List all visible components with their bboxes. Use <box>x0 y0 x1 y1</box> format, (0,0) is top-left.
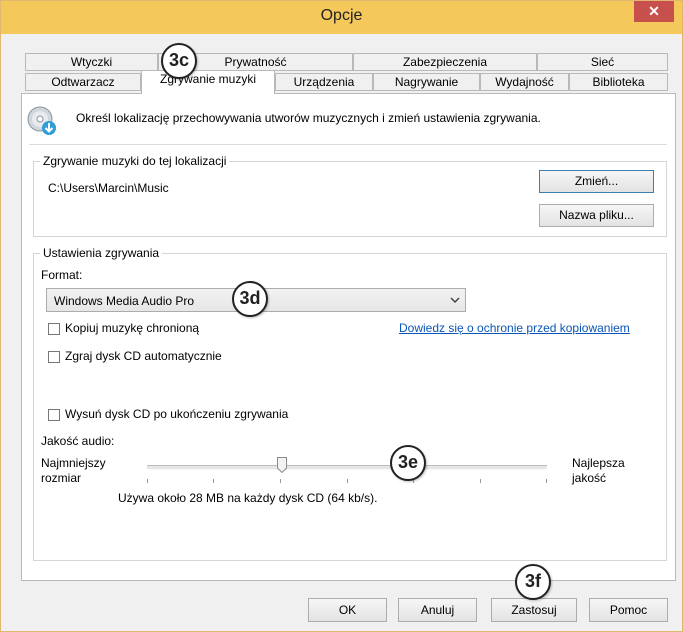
usage-text: Używa około 28 MB na każdy dysk CD (64 k… <box>118 491 378 505</box>
tab-odtwarzacz[interactable]: Odtwarzacz <box>25 73 141 91</box>
tab-label: Sieć <box>590 55 615 69</box>
tab-label: Wtyczki <box>70 55 113 69</box>
location-group-legend: Zgrywanie muzyki do tej lokalizacji <box>40 154 230 168</box>
button-label: Anuluj <box>420 603 455 617</box>
tab-label: Nagrywanie <box>394 75 459 89</box>
callout-badge: 3e <box>390 445 426 481</box>
quality-slider-thumb[interactable] <box>277 457 287 473</box>
divider <box>29 144 667 145</box>
copy-protect-checkbox[interactable] <box>48 323 60 335</box>
tab-zabezpieczenia[interactable]: Zabezpieczenia <box>353 53 537 71</box>
rip-settings-legend: Ustawienia zgrywania <box>40 246 163 260</box>
tab-siec[interactable]: Sieć <box>537 53 668 71</box>
help-button[interactable]: Pomoc <box>589 598 668 622</box>
quality-min-label: Najmniejszy rozmiar <box>41 456 106 485</box>
callout-badge: 3c <box>161 43 197 79</box>
callout-badge: 3f <box>515 564 551 600</box>
page-description: Określ lokalizację przechowywania utworó… <box>76 111 541 125</box>
apply-button[interactable]: Zastosuj <box>491 598 577 622</box>
filename-button[interactable]: Nazwa pliku... <box>539 204 654 227</box>
button-label: OK <box>338 603 357 617</box>
slider-tick <box>213 479 214 483</box>
callout-badge: 3d <box>232 281 268 317</box>
eject-checkbox[interactable] <box>48 409 60 421</box>
title-bar[interactable]: Opcje ✕ <box>1 1 682 34</box>
tab-label: Urządzenia <box>293 75 355 89</box>
format-selected-value: Windows Media Audio Pro <box>54 294 195 308</box>
slider-tick <box>480 479 481 483</box>
cancel-button[interactable]: Anuluj <box>398 598 477 622</box>
tab-label: Odtwarzacz <box>51 75 115 89</box>
auto-rip-label: Zgraj dysk CD automatycznie <box>65 349 222 363</box>
format-label: Format: <box>41 268 83 282</box>
tab-zgrywanie-muzyki[interactable]: Zgrywanie muzyki <box>141 70 275 94</box>
quality-slider-track[interactable] <box>147 465 547 470</box>
close-button[interactable]: ✕ <box>634 1 674 22</box>
slider-tick <box>147 479 148 483</box>
tab-nagrywanie[interactable]: Nagrywanie <box>373 73 480 91</box>
slider-tick <box>280 479 281 483</box>
options-window: Opcje ✕ Wtyczki Prywatność Zabezpieczeni… <box>0 0 683 632</box>
quality-max-label: Najlepsza jakość <box>572 456 625 485</box>
learn-copy-protection-link[interactable]: Dowiedz się o ochronie przed kopiowaniem <box>399 321 630 335</box>
cd-rip-icon <box>27 106 56 135</box>
tab-urzadzenia[interactable]: Urządzenia <box>275 73 373 91</box>
slider-tick <box>347 479 348 483</box>
window-title: Opcje <box>320 7 363 24</box>
eject-label: Wysuń dysk CD po ukończeniu zgrywania <box>65 407 289 421</box>
button-label: Pomoc <box>609 603 648 617</box>
copy-protect-label: Kopiuj muzykę chronioną <box>65 321 200 335</box>
tab-label: Biblioteka <box>592 75 645 89</box>
tab-wtyczki[interactable]: Wtyczki <box>25 53 158 71</box>
chevron-down-icon <box>450 297 460 304</box>
tab-label: Wydajność <box>495 75 554 89</box>
tab-wydajnosc[interactable]: Wydajność <box>480 73 569 91</box>
ok-button[interactable]: OK <box>308 598 387 622</box>
tab-label: Zabezpieczenia <box>402 55 488 69</box>
tab-biblioteka[interactable]: Biblioteka <box>569 73 668 91</box>
close-icon: ✕ <box>648 3 660 19</box>
change-location-button[interactable]: Zmień... <box>539 170 654 193</box>
auto-rip-checkbox[interactable] <box>48 351 60 363</box>
tab-label: Prywatność <box>224 55 287 69</box>
button-label: Zmień... <box>574 174 619 188</box>
audio-quality-label: Jakość audio: <box>41 434 115 448</box>
location-path: C:\Users\Marcin\Music <box>48 181 169 195</box>
button-label: Nazwa pliku... <box>559 208 634 222</box>
slider-tick <box>546 479 547 483</box>
button-label: Zastosuj <box>511 603 557 617</box>
